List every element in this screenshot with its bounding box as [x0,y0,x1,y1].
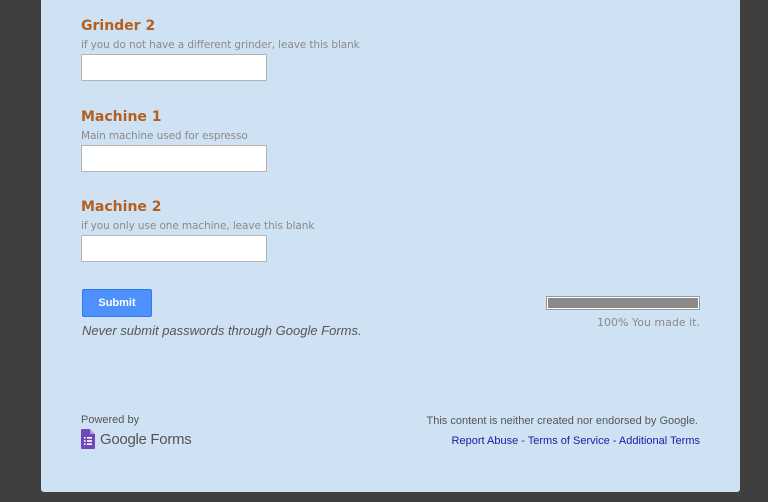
google-disclaimer: This content is neither created nor endo… [426,415,699,427]
grinder-2-input[interactable] [81,54,267,81]
question-title: Machine 1 [81,109,162,125]
google-forms-icon [81,429,95,449]
progress-bar-fill [548,298,698,308]
report-abuse-link[interactable]: Report Abuse [452,435,519,447]
powered-by-label: Powered by [81,414,140,426]
google-forms-logo[interactable]: Google Forms [81,429,192,449]
question-title: Machine 2 [81,199,162,215]
question-title: Grinder 2 [81,18,156,34]
question-help-text: Main machine used for espresso [81,130,248,142]
question-machine-2: Machine 2 if you only use one machine, l… [81,199,314,262]
machine-1-input[interactable] [81,145,267,172]
terms-of-service-link[interactable]: Terms of Service [528,435,610,447]
additional-terms-link[interactable]: Additional Terms [619,435,700,447]
question-help-text: if you do not have a different grinder, … [81,39,360,51]
google-forms-wordmark: Google Forms [100,430,192,448]
progress-label: 100% You made it. [597,316,700,329]
submit-button[interactable]: Submit [82,289,152,317]
link-separator: - [609,435,619,447]
password-warning: Never submit passwords through Google Fo… [82,323,362,338]
progress-bar [546,296,700,310]
machine-2-input[interactable] [81,235,267,262]
footer-links: Report Abuse - Terms of Service - Additi… [452,435,700,447]
form-card: Grinder 2 if you do not have a different… [41,0,740,492]
question-grinder-2: Grinder 2 if you do not have a different… [81,18,360,81]
question-help-text: if you only use one machine, leave this … [81,220,315,232]
question-machine-1: Machine 1 Main machine used for espresso [81,109,267,172]
link-separator: - [518,435,528,447]
